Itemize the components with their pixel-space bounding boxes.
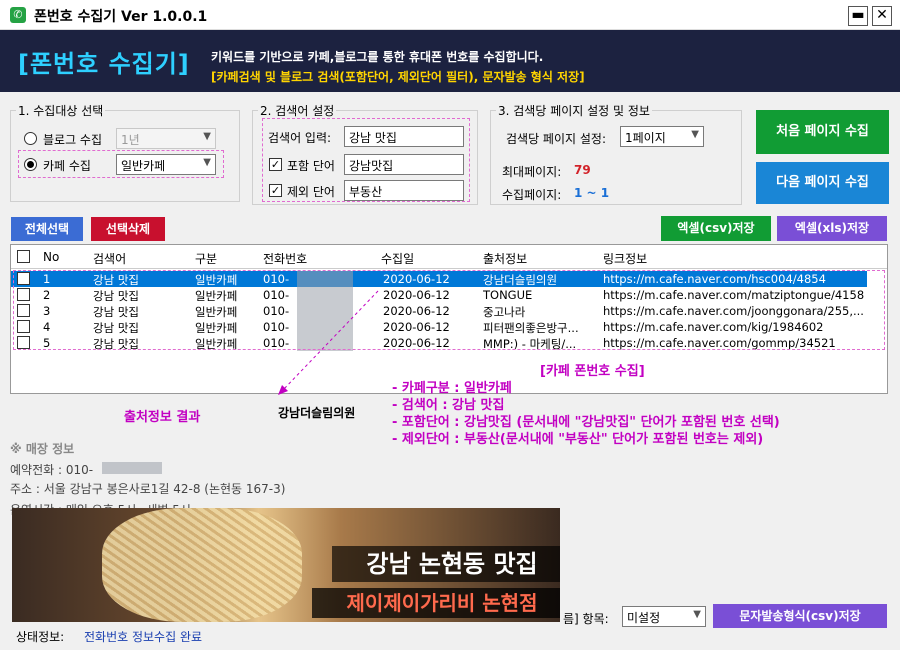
store-address: 주소 : 서울 강남구 봉은사로1길 42-8 (논현동 167-3): [10, 482, 286, 496]
chevron-down-icon: ▼: [203, 131, 211, 142]
per-search-value: 1페이지: [625, 131, 666, 145]
blog-period-value: 1년: [121, 133, 140, 147]
col-link: 링크정보: [603, 252, 648, 266]
per-search-select[interactable]: 1페이지 ▼: [620, 126, 704, 147]
close-button[interactable]: ✕: [872, 6, 892, 26]
source-name-label: 강남더슬림의원: [278, 406, 356, 420]
noodles-image: [102, 508, 302, 622]
keyword-input[interactable]: 강남 맛집: [344, 126, 464, 147]
banner-description: 키워드를 기반으로 카페,블로그를 통한 휴대폰 번호를 수집합니다.: [211, 50, 544, 64]
store-photo: 강남 논현동 맛집 제이제이가리비 논현점: [12, 508, 560, 622]
annotation-title: [카페 폰번호 수집]: [540, 364, 645, 379]
excel-xls-button[interactable]: 엑셀(xls)저장: [777, 216, 887, 241]
include-checkbox[interactable]: ✓: [269, 158, 282, 171]
item-value: 미설정: [627, 611, 661, 625]
exclude-checkbox[interactable]: ✓: [269, 184, 282, 197]
blog-radio-label: 블로그 수집: [43, 133, 103, 147]
max-pages-value: 79: [574, 163, 591, 177]
chevron-down-icon: ▼: [693, 609, 701, 620]
blog-radio[interactable]: [24, 132, 37, 145]
photo-caption-1: 강남 논현동 맛집: [332, 546, 560, 582]
cafe-radio[interactable]: [24, 158, 37, 171]
source-result-label: 출처정보 결과: [124, 410, 201, 425]
rows-highlight: [13, 270, 885, 350]
blog-period-select[interactable]: 1년 ▼: [116, 128, 216, 149]
table-header: No 검색어 구분 전화번호 수집일 출처정보 링크정보: [11, 245, 887, 269]
header-banner: [폰번호 수집기] 키워드를 기반으로 카페,블로그를 통한 휴대폰 번호를 수…: [0, 30, 900, 92]
store-heading: ※ 매장 정보: [10, 442, 75, 456]
status-label: 상태정보:: [16, 630, 65, 644]
cafe-radio-label: 카페 수집: [43, 159, 91, 173]
col-source: 출처정보: [483, 252, 528, 266]
banner-subtitle: [카페검색 및 블로그 검색(포함단어, 제외단어 필터), 문자발송 형식 저…: [211, 70, 585, 84]
window-title: 폰번호 수집기 Ver 1.0.0.1: [34, 9, 208, 25]
photo-caption-2: 제이제이가리비 논현점: [312, 588, 560, 618]
target-group-label: 1. 수집대상 선택: [16, 102, 106, 119]
chevron-down-icon: ▼: [203, 157, 211, 168]
header-checkbox[interactable]: [17, 250, 30, 263]
select-all-button[interactable]: 전체선택: [11, 217, 83, 241]
col-phone: 전화번호: [263, 252, 308, 266]
collected-pages-label: 수집페이지:: [502, 188, 562, 202]
col-no: No: [43, 250, 60, 264]
item-select[interactable]: 미설정 ▼: [622, 606, 706, 627]
minimize-button[interactable]: ▬: [848, 6, 868, 26]
store-info: ※ 매장 정보 예약전화 : 010- 주소 : 서울 강남구 봉은사로1길 4…: [10, 440, 565, 518]
next-page-button[interactable]: 다음 페이지 수집: [756, 162, 889, 204]
include-input[interactable]: 강남맛집: [344, 154, 464, 175]
item-label: 름] 항목:: [563, 612, 609, 626]
col-keyword: 검색어: [93, 252, 127, 266]
search-group-label: 2. 검색어 설정: [258, 102, 337, 119]
phone-app-icon: ✆: [10, 7, 26, 23]
first-page-button[interactable]: 처음 페이지 수집: [756, 110, 889, 154]
per-search-label: 검색당 페이지 설정:: [506, 132, 606, 146]
chevron-down-icon: ▼: [691, 129, 699, 140]
delete-selected-button[interactable]: 선택삭제: [91, 217, 165, 241]
store-phone-line: 예약전화 : 010-: [10, 461, 565, 477]
cafe-type-select[interactable]: 일반카페 ▼: [116, 154, 216, 175]
app-logo: [폰번호 수집기]: [18, 50, 190, 78]
phone-redaction: [102, 462, 162, 474]
status-value: 전화번호 정보수집 완료: [84, 630, 203, 644]
excel-csv-button[interactable]: 엑셀(csv)저장: [661, 216, 771, 241]
sms-csv-button[interactable]: 문자발송형식(csv)저장: [713, 604, 887, 628]
max-pages-label: 최대페이지:: [502, 165, 562, 179]
pointer-arrow-icon: [278, 290, 379, 395]
title-bar: ✆ 폰번호 수집기 Ver 1.0.0.1 ▬ ✕: [0, 0, 900, 30]
results-table: No 검색어 구분 전화번호 수집일 출처정보 링크정보 1 강남 맛집 일반카페 0…: [10, 244, 888, 394]
col-date: 수집일: [381, 252, 415, 266]
store-phone: 예약전화 : 010-: [10, 463, 94, 477]
exclude-label: 제외 단어: [287, 185, 335, 199]
keyword-label: 검색어 입력:: [268, 131, 332, 145]
exclude-input[interactable]: 부동산: [344, 180, 464, 201]
col-type: 구분: [195, 252, 218, 266]
pages-group-label: 3. 검색당 페이지 설정 및 정보: [496, 102, 652, 119]
cafe-type-value: 일반카페: [121, 159, 166, 173]
collected-pages-value: 1 ~ 1: [574, 186, 610, 200]
include-label: 포함 단어: [287, 159, 335, 173]
